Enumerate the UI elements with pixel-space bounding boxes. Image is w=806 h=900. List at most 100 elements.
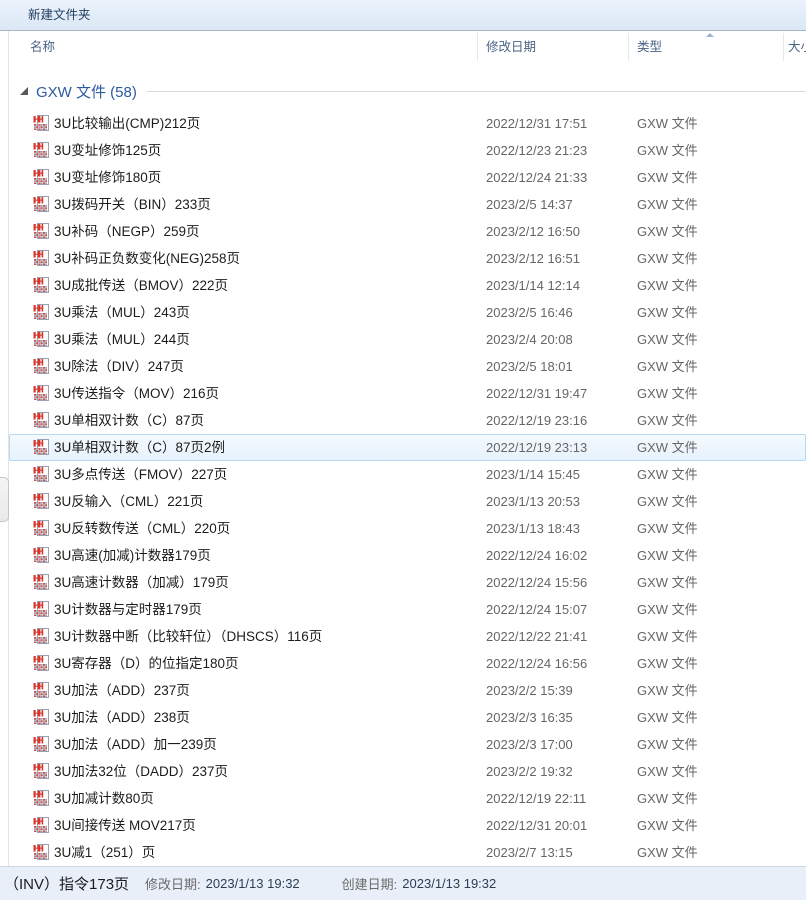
group-rule bbox=[147, 91, 806, 92]
gxw-file-icon bbox=[33, 277, 49, 293]
file-date-modified: 2022/12/31 19:47 bbox=[486, 380, 587, 407]
file-type: GXW 文件 bbox=[637, 812, 698, 839]
file-type: GXW 文件 bbox=[637, 191, 698, 218]
file-name: 3U乘法（MUL）244页 bbox=[54, 326, 190, 353]
file-type: GXW 文件 bbox=[637, 758, 698, 785]
file-name: 3U间接传送 MOV217页 bbox=[54, 812, 196, 839]
file-date-modified: 2023/2/5 18:01 bbox=[486, 353, 573, 380]
file-row[interactable]: 3U比较输出(CMP)212页 2022/12/31 17:51 GXW 文件 bbox=[9, 110, 806, 137]
file-date-modified: 2022/12/19 22:11 bbox=[486, 785, 586, 812]
column-header-size[interactable]: 大小 bbox=[788, 31, 806, 63]
file-row[interactable]: 3U乘法（MUL）243页 2023/2/5 16:46 GXW 文件 bbox=[9, 299, 806, 326]
file-date-modified: 2023/2/3 16:35 bbox=[486, 704, 573, 731]
gxw-file-icon bbox=[33, 196, 49, 212]
file-date-modified: 2022/12/22 21:41 bbox=[486, 623, 587, 650]
file-row[interactable]: 3U计数器与定时器179页 2022/12/24 15:07 GXW 文件 bbox=[9, 596, 806, 623]
file-row[interactable]: 3U寄存器（D）的位指定180页 2022/12/24 16:56 GXW 文件 bbox=[9, 650, 806, 677]
file-row[interactable]: 3U传送指令（MOV）216页 2022/12/31 19:47 GXW 文件 bbox=[9, 380, 806, 407]
column-separator[interactable] bbox=[477, 33, 478, 61]
file-type: GXW 文件 bbox=[637, 596, 698, 623]
column-separator[interactable] bbox=[783, 33, 784, 61]
explorer-window: 新建文件夹 名称 修改日期 类型 大小 GXW 文件 (58) bbox=[0, 0, 806, 900]
file-type: GXW 文件 bbox=[637, 380, 698, 407]
gxw-file-icon bbox=[33, 439, 49, 455]
gxw-file-icon bbox=[33, 358, 49, 374]
gxw-file-icon bbox=[33, 493, 49, 509]
file-date-modified: 2023/2/4 20:08 bbox=[486, 326, 573, 353]
column-separator[interactable] bbox=[628, 33, 629, 61]
file-name: 3U高速计数器（加减）179页 bbox=[54, 569, 229, 596]
file-row[interactable]: 3U减1（251）页 2023/2/7 13:15 GXW 文件 bbox=[9, 839, 806, 866]
sort-ascending-icon bbox=[706, 33, 714, 37]
file-name: 3U变址修饰125页 bbox=[54, 137, 161, 164]
file-type: GXW 文件 bbox=[637, 839, 698, 866]
group-label[interactable]: GXW 文件 (58) bbox=[36, 81, 137, 102]
file-row[interactable]: 3U反输入（CML）221页 2023/1/13 20:53 GXW 文件 bbox=[9, 488, 806, 515]
column-header-date-modified[interactable]: 修改日期 bbox=[486, 31, 536, 63]
file-row[interactable]: 3U补码正负数变化(NEG)258页 2023/2/12 16:51 GXW 文… bbox=[9, 245, 806, 272]
file-type: GXW 文件 bbox=[637, 164, 698, 191]
column-header-type[interactable]: 类型 bbox=[637, 31, 662, 63]
file-type: GXW 文件 bbox=[637, 515, 698, 542]
group-collapse-icon[interactable] bbox=[20, 87, 28, 95]
gxw-file-icon bbox=[33, 655, 49, 671]
nav-scrollbar-thumb[interactable] bbox=[0, 477, 9, 522]
status-selected-file-name: （INV）指令173页 bbox=[4, 873, 129, 894]
file-type: GXW 文件 bbox=[637, 704, 698, 731]
file-row[interactable]: 3U多点传送（FMOV）227页 2023/1/14 15:45 GXW 文件 bbox=[9, 461, 806, 488]
gxw-file-icon bbox=[33, 547, 49, 563]
file-date-modified: 2022/12/31 20:01 bbox=[486, 812, 587, 839]
file-type: GXW 文件 bbox=[637, 623, 698, 650]
file-name: 3U除法（DIV）247页 bbox=[54, 353, 184, 380]
file-row[interactable]: 3U除法（DIV）247页 2023/2/5 18:01 GXW 文件 bbox=[9, 353, 806, 380]
file-row[interactable]: 3U补码（NEGP）259页 2023/2/12 16:50 GXW 文件 bbox=[9, 218, 806, 245]
file-name: 3U传送指令（MOV）216页 bbox=[54, 380, 219, 407]
file-name: 3U加法32位（DADD）237页 bbox=[54, 758, 228, 785]
gxw-file-icon bbox=[33, 601, 49, 617]
gxw-file-icon bbox=[33, 385, 49, 401]
file-row[interactable]: 3U乘法（MUL）244页 2023/2/4 20:08 GXW 文件 bbox=[9, 326, 806, 353]
file-row[interactable]: 3U加减计数80页 2022/12/19 22:11 GXW 文件 bbox=[9, 785, 806, 812]
file-type: GXW 文件 bbox=[637, 272, 698, 299]
file-row[interactable]: 3U计数器中断（比较轩位）（DHSCS）116页 2022/12/22 21:4… bbox=[9, 623, 806, 650]
file-date-modified: 2022/12/23 21:23 bbox=[486, 137, 587, 164]
gxw-file-icon bbox=[33, 331, 49, 347]
file-row[interactable]: 3U加法（ADD）加一239页 2023/2/3 17:00 GXW 文件 bbox=[9, 731, 806, 758]
gxw-file-icon bbox=[33, 142, 49, 158]
file-date-modified: 2022/12/24 15:07 bbox=[486, 596, 587, 623]
file-row[interactable]: 3U间接传送 MOV217页 2022/12/31 20:01 GXW 文件 bbox=[9, 812, 806, 839]
file-name: 3U拨码开关（BIN）233页 bbox=[54, 191, 211, 218]
file-row[interactable]: 3U变址修饰125页 2022/12/23 21:23 GXW 文件 bbox=[9, 137, 806, 164]
file-row[interactable]: 3U单相双计数（C）87页 2022/12/19 23:16 GXW 文件 bbox=[9, 407, 806, 434]
gxw-file-icon bbox=[33, 736, 49, 752]
gxw-file-icon bbox=[33, 817, 49, 833]
file-row[interactable]: 3U成批传送（BMOV）222页 2023/1/14 12:14 GXW 文件 bbox=[9, 272, 806, 299]
new-folder-button[interactable]: 新建文件夹 bbox=[20, 0, 99, 30]
file-date-modified: 2023/2/12 16:50 bbox=[486, 218, 580, 245]
file-row[interactable]: 3U反转数传送（CML）220页 2023/1/13 18:43 GXW 文件 bbox=[9, 515, 806, 542]
file-row[interactable]: 3U高速(加减)计数器179页 2022/12/24 16:02 GXW 文件 bbox=[9, 542, 806, 569]
file-name: 3U计数器与定时器179页 bbox=[54, 596, 202, 623]
file-row[interactable]: 3U单相双计数（C）87页2例 2022/12/19 23:13 GXW 文件 bbox=[9, 434, 806, 461]
file-row[interactable]: 3U高速计数器（加减）179页 2022/12/24 15:56 GXW 文件 bbox=[9, 569, 806, 596]
file-name: 3U变址修饰180页 bbox=[54, 164, 161, 191]
gxw-file-icon bbox=[33, 520, 49, 536]
file-date-modified: 2023/1/13 20:53 bbox=[486, 488, 580, 515]
gxw-file-icon bbox=[33, 844, 49, 860]
column-header-name[interactable]: 名称 bbox=[30, 31, 55, 63]
file-name: 3U反转数传送（CML）220页 bbox=[54, 515, 230, 542]
file-name: 3U反输入（CML）221页 bbox=[54, 488, 203, 515]
file-row[interactable]: 3U拨码开关（BIN）233页 2023/2/5 14:37 GXW 文件 bbox=[9, 191, 806, 218]
gxw-file-icon bbox=[33, 682, 49, 698]
file-date-modified: 2022/12/19 23:16 bbox=[486, 407, 587, 434]
gxw-file-icon bbox=[33, 169, 49, 185]
file-name: 3U补码正负数变化(NEG)258页 bbox=[54, 245, 240, 272]
file-list: 3U比较输出(CMP)212页 2022/12/31 17:51 GXW 文件 bbox=[9, 110, 806, 866]
file-row[interactable]: 3U变址修饰180页 2022/12/24 21:33 GXW 文件 bbox=[9, 164, 806, 191]
file-type: GXW 文件 bbox=[637, 677, 698, 704]
file-row[interactable]: 3U加法（ADD）238页 2023/2/3 16:35 GXW 文件 bbox=[9, 704, 806, 731]
file-row[interactable]: 3U加法（ADD）237页 2023/2/2 15:39 GXW 文件 bbox=[9, 677, 806, 704]
group-header[interactable]: GXW 文件 (58) bbox=[9, 75, 806, 107]
file-row[interactable]: 3U加法32位（DADD）237页 2023/2/2 19:32 GXW 文件 bbox=[9, 758, 806, 785]
gxw-file-icon bbox=[33, 115, 49, 131]
